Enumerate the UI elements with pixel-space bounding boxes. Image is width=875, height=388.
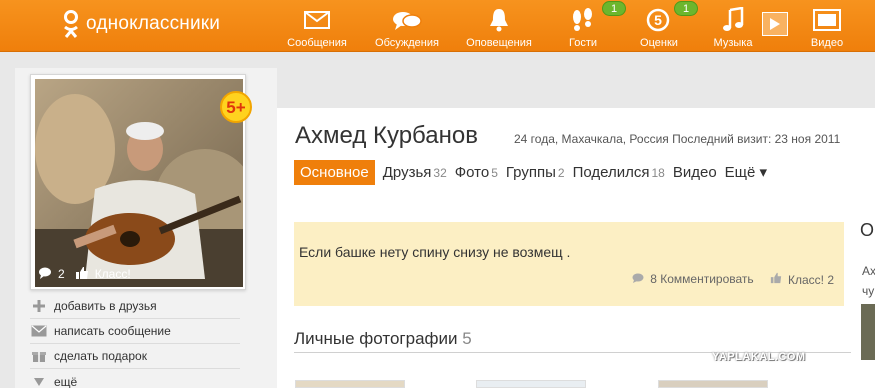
photo-stats-bar: 2 Класс! xyxy=(34,262,242,286)
status-text: Если башке нету спину снизу не возмещ . xyxy=(299,244,571,260)
tab-groups[interactable]: Группы 2 xyxy=(506,160,565,185)
music-note-icon xyxy=(698,6,768,34)
profile-meta: 24 года, Махачкала, Россия Последний виз… xyxy=(514,132,841,146)
status-like-label: Класс! 2 xyxy=(787,273,834,287)
action-label: написать сообщение xyxy=(54,324,171,338)
tab-count: 18 xyxy=(651,166,665,180)
triangle-down-icon xyxy=(30,375,48,388)
tab-count: 5 xyxy=(491,166,498,180)
bell-icon xyxy=(464,6,534,34)
tab-photos[interactable]: Фото 5 xyxy=(455,160,498,185)
tab-main[interactable]: Основное xyxy=(294,160,375,185)
nav-label: Обсуждения xyxy=(375,37,439,49)
tab-label: Основное xyxy=(300,164,369,181)
nav-label: Гости xyxy=(568,37,598,49)
guests-count-badge[interactable]: 1 xyxy=(602,1,627,16)
right-column-text: чу xyxy=(862,284,875,298)
envelope-icon xyxy=(282,6,352,34)
music-play-button[interactable] xyxy=(762,12,788,36)
tab-label: Видео xyxy=(672,164,717,181)
nav-notifications[interactable]: Оповещения xyxy=(464,6,534,49)
more-actions-link[interactable]: ещё xyxy=(30,369,240,388)
tab-label: Друзья xyxy=(382,164,432,181)
nav-discussions[interactable]: Обсуждения xyxy=(372,6,442,49)
status-comment-label: 8 Комментировать xyxy=(650,272,754,286)
film-icon xyxy=(792,6,862,34)
right-column-heading: О xyxy=(860,220,875,240)
photo-like-label[interactable]: Класс! xyxy=(95,267,131,281)
thumbs-up-icon xyxy=(770,272,785,287)
ok-logo-icon xyxy=(62,10,80,38)
svg-text:5: 5 xyxy=(654,12,662,28)
action-label: добавить в друзья xyxy=(54,299,157,313)
thumbs-up-icon xyxy=(75,266,89,283)
tab-count: 2 xyxy=(557,166,565,180)
nav-label: Оповещения xyxy=(466,37,532,49)
logo-text: одноклассники xyxy=(86,13,221,34)
nav-messages[interactable]: Сообщения xyxy=(282,6,352,49)
status-comment-link[interactable]: 8 Комментировать xyxy=(632,272,754,287)
tab-count: 32 xyxy=(433,166,447,180)
photo-thumbnail[interactable] xyxy=(476,380,586,388)
nav-video[interactable]: Видео xyxy=(792,6,862,49)
tab-label: Группы xyxy=(505,164,556,181)
top-navigation-bar: одноклассники Сообщения Обсуждения Опове… xyxy=(0,0,875,52)
section-count: 5 xyxy=(462,329,472,348)
tab-friends[interactable]: Друзья 32 xyxy=(383,160,447,185)
status-post: Если башке нету спину снизу не возмещ . … xyxy=(294,222,844,306)
chat-bubbles-icon xyxy=(372,6,442,34)
right-column-text: Ах xyxy=(862,264,875,278)
profile-photo[interactable] xyxy=(35,79,243,287)
photo-comments-count[interactable]: 2 xyxy=(58,267,65,281)
photo-thumbnail[interactable] xyxy=(658,380,768,388)
tab-label: Фото xyxy=(454,164,490,181)
profile-tabs: Основное Друзья 32 Фото 5 Группы 2 Поделилс… xyxy=(294,160,775,185)
tab-label: Поделился xyxy=(572,164,650,181)
profile-actions-list: добавить в друзья написать сообщение сде… xyxy=(30,294,240,388)
send-message-link[interactable]: написать сообщение xyxy=(30,319,240,344)
ratings-count-badge[interactable]: 1 xyxy=(674,1,699,16)
nav-label: Музыка xyxy=(713,37,753,49)
status-actions: 8 Комментировать Класс! 2 xyxy=(632,272,834,287)
right-column-image[interactable] xyxy=(861,304,875,360)
profile-photo-frame[interactable] xyxy=(30,74,246,290)
watermark: YAPLAKAL.COM xyxy=(712,351,806,363)
plus-icon xyxy=(30,299,48,313)
photo-thumbnail[interactable] xyxy=(295,380,405,388)
rating-badge-text: 5+ xyxy=(226,98,245,117)
site-logo[interactable]: одноклассники xyxy=(62,10,220,38)
profile-name: Ахмед Курбанов xyxy=(295,122,478,149)
nav-label: Видео xyxy=(810,37,844,49)
send-gift-link[interactable]: сделать подарок xyxy=(30,344,240,369)
gift-icon xyxy=(30,349,48,363)
play-icon xyxy=(770,18,780,30)
action-label: ещё xyxy=(54,374,78,388)
comment-icon xyxy=(632,272,647,286)
tab-video[interactable]: Видео xyxy=(673,160,717,185)
nav-music[interactable]: Музыка xyxy=(698,6,768,49)
personal-photos-heading[interactable]: Личные фотографии 5 xyxy=(294,329,472,349)
tab-shared[interactable]: Поделился 18 xyxy=(573,160,665,185)
tab-more[interactable]: Ещё ▾ xyxy=(725,160,767,185)
status-like-link[interactable]: Класс! 2 xyxy=(770,272,834,287)
tab-label: Ещё ▾ xyxy=(724,164,768,181)
add-friend-link[interactable]: добавить в друзья xyxy=(30,294,240,319)
nav-label: Сообщения xyxy=(287,37,347,49)
rating-badge[interactable]: 5+ xyxy=(219,90,253,124)
section-title-text: Личные фотографии xyxy=(294,329,458,348)
action-label: сделать подарок xyxy=(54,349,147,363)
nav-label: Оценки xyxy=(640,37,678,49)
envelope-icon xyxy=(30,324,48,338)
comment-icon xyxy=(38,267,52,282)
